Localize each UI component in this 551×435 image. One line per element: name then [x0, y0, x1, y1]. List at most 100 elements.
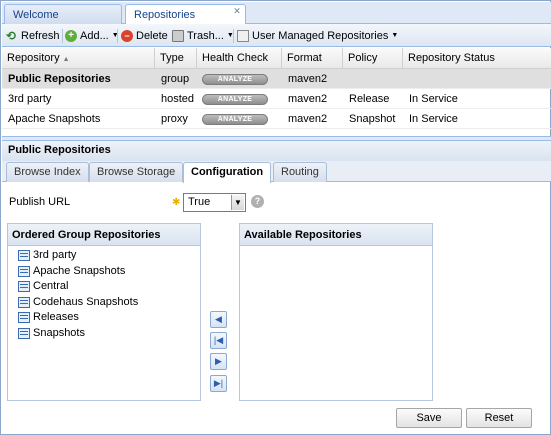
- analyze-button[interactable]: ANALYZE: [202, 114, 268, 125]
- tab-label: Browse Storage: [97, 166, 176, 178]
- column-header-policy[interactable]: Policy: [343, 48, 403, 69]
- tab-repositories[interactable]: Repositories ✕: [125, 4, 246, 26]
- cell-status: In Service: [409, 113, 458, 125]
- list-item[interactable]: 3rd party: [8, 248, 200, 264]
- list-item[interactable]: Codehaus Snapshots: [8, 295, 200, 311]
- list-item[interactable]: Releases: [8, 310, 200, 326]
- column-header-label: Repository: [7, 52, 60, 64]
- cell-format: maven2: [288, 93, 328, 105]
- tab-browse-index[interactable]: Browse Index: [6, 162, 89, 182]
- delete-icon: −: [121, 30, 133, 42]
- sort-ascending-icon: ▲: [62, 56, 70, 63]
- chevron-down-icon: ▼: [231, 195, 244, 210]
- repository-icon: [18, 250, 30, 262]
- tab-welcome-label: Welcome: [13, 9, 59, 21]
- column-header-repository[interactable]: Repository ▲: [2, 48, 155, 69]
- arrow-right-icon: ▶: [215, 356, 222, 366]
- toolbar-separator: [62, 29, 63, 43]
- user-managed-repositories-button[interactable]: User Managed Repositories ▼: [237, 28, 398, 44]
- list-item-label: 3rd party: [33, 249, 77, 262]
- detail-tabbar: Browse Index Browse Storage Configuratio…: [2, 161, 551, 183]
- move-right-button[interactable]: ▶: [210, 353, 227, 370]
- analyze-button[interactable]: ANALYZE: [202, 94, 268, 105]
- available-repositories-title: Available Repositories: [240, 224, 432, 246]
- list-item-label: Apache Snapshots: [33, 264, 126, 277]
- list-item-label: Central: [33, 280, 69, 293]
- ordered-group-list: Ordered Group Repositories 3rd party Apa…: [7, 223, 201, 401]
- reset-button[interactable]: Reset: [466, 408, 532, 428]
- cell-repository: Apache Snapshots: [8, 113, 101, 125]
- cell-format: maven2: [288, 113, 328, 125]
- column-header-status[interactable]: Repository Status: [403, 48, 551, 69]
- cell-status: [403, 69, 409, 89]
- refresh-label: Refresh: [21, 30, 60, 42]
- arrow-last-icon: ▶|: [213, 378, 224, 388]
- tab-label: Routing: [281, 166, 319, 178]
- help-icon[interactable]: ?: [251, 195, 264, 208]
- cell-policy: Release: [349, 93, 390, 105]
- column-header-format[interactable]: Format: [282, 48, 343, 69]
- tab-configuration[interactable]: Configuration: [183, 162, 272, 183]
- close-icon[interactable]: ✕: [232, 6, 242, 16]
- publish-url-label: Publish URL: [9, 196, 71, 208]
- add-icon: +: [65, 30, 77, 42]
- analyze-button[interactable]: ANALYZE: [202, 74, 268, 85]
- table-row[interactable]: 3rd party hosted ANALYZE maven2 Release …: [2, 89, 551, 109]
- save-button[interactable]: Save: [396, 408, 462, 428]
- main-tabbar: Welcome Repositories ✕: [2, 2, 551, 26]
- publish-url-select[interactable]: True ▼: [183, 193, 246, 212]
- list-item-label: Releases: [33, 311, 79, 324]
- ordered-group-title: Ordered Group Repositories: [8, 224, 200, 246]
- cell-repository: Public Repositories: [8, 73, 111, 85]
- trash-button[interactable]: Trash... ▼: [172, 28, 234, 44]
- list-item[interactable]: Snapshots: [8, 326, 200, 342]
- chevron-down-icon: ▼: [391, 32, 399, 39]
- cell-type: proxy: [161, 113, 188, 125]
- cell-policy: [343, 69, 349, 89]
- list-item[interactable]: Central: [8, 279, 200, 295]
- add-label: Add...: [80, 30, 109, 42]
- cell-format: maven2: [288, 73, 328, 85]
- column-header-label: Policy: [348, 52, 378, 64]
- cell-type: group: [161, 73, 190, 85]
- move-left-button[interactable]: ◀: [210, 311, 227, 328]
- table-row[interactable]: Public Repositories group ANALYZE maven2: [2, 69, 551, 89]
- publish-url-value: True: [188, 196, 211, 208]
- repositories-toolbar: ⟲ Refresh + Add... ▼ − Delete Trash... ▼…: [2, 24, 551, 47]
- cell-policy: Snapshot: [349, 113, 396, 125]
- cell-repository: 3rd party: [8, 93, 52, 105]
- column-header-label: Type: [160, 52, 184, 64]
- repository-list-icon: [237, 30, 249, 42]
- column-header-label: Repository Status: [408, 52, 495, 64]
- tab-routing[interactable]: Routing: [273, 162, 327, 182]
- detail-panel-title: Public Repositories: [2, 141, 551, 161]
- list-item[interactable]: Apache Snapshots: [8, 264, 200, 280]
- list-item-label: Codehaus Snapshots: [33, 295, 139, 308]
- add-button[interactable]: + Add... ▼: [65, 28, 119, 44]
- cell-type: hosted: [161, 93, 195, 105]
- ordered-group-items: 3rd party Apache Snapshots Central Codeh…: [8, 246, 200, 341]
- delete-button[interactable]: − Delete: [121, 28, 168, 44]
- toolbar-separator: [233, 29, 234, 43]
- delete-label: Delete: [136, 30, 168, 42]
- column-header-type[interactable]: Type: [155, 48, 197, 69]
- available-repositories-list[interactable]: Available Repositories: [239, 223, 433, 401]
- required-star-icon: ✱: [172, 197, 181, 208]
- column-header-health-check[interactable]: Health Check: [197, 48, 282, 69]
- table-row[interactable]: Apache Snapshots proxy ANALYZE maven2 Sn…: [2, 109, 551, 129]
- tab-welcome[interactable]: Welcome: [4, 4, 122, 25]
- column-header-label: Format: [287, 52, 322, 64]
- repository-icon: [18, 265, 30, 277]
- move-all-left-button[interactable]: |◀: [210, 332, 227, 349]
- trash-icon: [172, 30, 184, 42]
- tab-label: Configuration: [191, 166, 264, 178]
- tab-browse-storage[interactable]: Browse Storage: [89, 162, 184, 182]
- list-item-label: Snapshots: [33, 326, 85, 339]
- user-managed-label: User Managed Repositories: [252, 30, 389, 42]
- repositories-window: Welcome Repositories ✕ ⟲ Refresh + Add..…: [0, 0, 551, 435]
- repositories-grid: Repository ▲ Type Health Check Format Po…: [2, 48, 551, 136]
- trash-label: Trash...: [187, 30, 224, 42]
- cell-status: In Service: [409, 93, 458, 105]
- move-all-right-button[interactable]: ▶|: [210, 375, 227, 392]
- refresh-button[interactable]: ⟲ Refresh: [6, 28, 60, 44]
